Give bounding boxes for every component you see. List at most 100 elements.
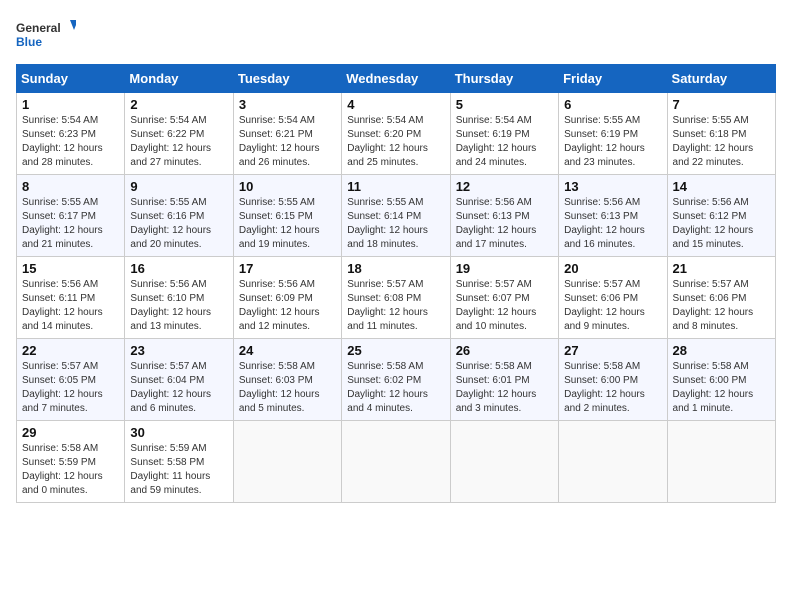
- day-number: 19: [456, 261, 553, 276]
- day-content: Sunrise: 5:57 AMSunset: 6:07 PMDaylight:…: [456, 278, 553, 334]
- calendar-cell: [667, 421, 775, 503]
- calendar-cell: 10 Sunrise: 5:55 AMSunset: 6:15 PMDayligh…: [233, 175, 341, 257]
- day-content: Sunrise: 5:58 AMSunset: 6:02 PMDaylight:…: [347, 360, 444, 416]
- day-content: Sunrise: 5:56 AMSunset: 6:09 PMDaylight:…: [239, 278, 336, 334]
- day-number: 16: [130, 261, 227, 276]
- day-content: Sunrise: 5:58 AMSunset: 6:00 PMDaylight:…: [673, 360, 770, 416]
- day-number: 21: [673, 261, 770, 276]
- calendar-cell: 16 Sunrise: 5:56 AMSunset: 6:10 PMDayligh…: [125, 257, 233, 339]
- calendar-table: SundayMondayTuesdayWednesdayThursdayFrid…: [16, 64, 776, 503]
- calendar-cell: 19 Sunrise: 5:57 AMSunset: 6:07 PMDayligh…: [450, 257, 558, 339]
- calendar-cell: 11 Sunrise: 5:55 AMSunset: 6:14 PMDayligh…: [342, 175, 450, 257]
- day-content: Sunrise: 5:54 AMSunset: 6:19 PMDaylight:…: [456, 114, 553, 170]
- calendar-cell: 21 Sunrise: 5:57 AMSunset: 6:06 PMDayligh…: [667, 257, 775, 339]
- day-number: 26: [456, 343, 553, 358]
- day-number: 22: [22, 343, 119, 358]
- day-content: Sunrise: 5:57 AMSunset: 6:04 PMDaylight:…: [130, 360, 227, 416]
- day-content: Sunrise: 5:54 AMSunset: 6:22 PMDaylight:…: [130, 114, 227, 170]
- day-content: Sunrise: 5:57 AMSunset: 6:06 PMDaylight:…: [564, 278, 661, 334]
- calendar-cell: 20 Sunrise: 5:57 AMSunset: 6:06 PMDayligh…: [559, 257, 667, 339]
- day-content: Sunrise: 5:59 AMSunset: 5:58 PMDaylight:…: [130, 442, 227, 498]
- calendar-cell: 1 Sunrise: 5:54 AMSunset: 6:23 PMDaylight…: [17, 93, 125, 175]
- day-content: Sunrise: 5:56 AMSunset: 6:13 PMDaylight:…: [564, 196, 661, 252]
- calendar-cell: 30 Sunrise: 5:59 AMSunset: 5:58 PMDayligh…: [125, 421, 233, 503]
- day-number: 15: [22, 261, 119, 276]
- calendar-cell: 18Sunrise: 5:57 AMSunset: 6:08 PMDayligh…: [342, 257, 450, 339]
- day-number: 27: [564, 343, 661, 358]
- day-content: Sunrise: 5:54 AMSunset: 6:20 PMDaylight:…: [347, 114, 444, 170]
- day-number: 7: [673, 97, 770, 112]
- calendar-cell: 13 Sunrise: 5:56 AMSunset: 6:13 PMDayligh…: [559, 175, 667, 257]
- calendar-cell: 27 Sunrise: 5:58 AMSunset: 6:00 PMDayligh…: [559, 339, 667, 421]
- day-number: 18: [347, 261, 444, 276]
- calendar-cell: 14 Sunrise: 5:56 AMSunset: 6:12 PMDayligh…: [667, 175, 775, 257]
- calendar-cell: 2 Sunrise: 5:54 AMSunset: 6:22 PMDaylight…: [125, 93, 233, 175]
- day-content: Sunrise: 5:56 AMSunset: 6:13 PMDaylight:…: [456, 196, 553, 252]
- day-content: Sunrise: 5:57 AMSunset: 6:06 PMDaylight:…: [673, 278, 770, 334]
- day-content: Sunrise: 5:55 AMSunset: 6:14 PMDaylight:…: [347, 196, 444, 252]
- day-content: Sunrise: 5:55 AMSunset: 6:18 PMDaylight:…: [673, 114, 770, 170]
- day-number: 10: [239, 179, 336, 194]
- day-content: Sunrise: 5:55 AMSunset: 6:16 PMDaylight:…: [130, 196, 227, 252]
- calendar-cell: 4 Sunrise: 5:54 AMSunset: 6:20 PMDaylight…: [342, 93, 450, 175]
- logo: General Blue: [16, 16, 76, 56]
- day-number: 2: [130, 97, 227, 112]
- weekday-header-friday: Friday: [559, 65, 667, 93]
- calendar-cell: 8Sunrise: 5:55 AMSunset: 6:17 PMDaylight…: [17, 175, 125, 257]
- weekday-header-saturday: Saturday: [667, 65, 775, 93]
- day-number: 28: [673, 343, 770, 358]
- calendar-cell: 17Sunrise: 5:56 AMSunset: 6:09 PMDayligh…: [233, 257, 341, 339]
- day-content: Sunrise: 5:57 AMSunset: 6:05 PMDaylight:…: [22, 360, 119, 416]
- day-content: Sunrise: 5:58 AMSunset: 6:03 PMDaylight:…: [239, 360, 336, 416]
- svg-text:Blue: Blue: [16, 35, 42, 49]
- day-content: Sunrise: 5:54 AMSunset: 6:23 PMDaylight:…: [22, 114, 119, 170]
- weekday-header-monday: Monday: [125, 65, 233, 93]
- day-number: 6: [564, 97, 661, 112]
- day-number: 4: [347, 97, 444, 112]
- day-content: Sunrise: 5:56 AMSunset: 6:11 PMDaylight:…: [22, 278, 119, 334]
- day-number: 9: [130, 179, 227, 194]
- day-number: 25: [347, 343, 444, 358]
- day-number: 14: [673, 179, 770, 194]
- weekday-header-sunday: Sunday: [17, 65, 125, 93]
- day-content: Sunrise: 5:58 AMSunset: 6:01 PMDaylight:…: [456, 360, 553, 416]
- calendar-cell: 26 Sunrise: 5:58 AMSunset: 6:01 PMDayligh…: [450, 339, 558, 421]
- day-number: 29: [22, 425, 119, 440]
- day-number: 30: [130, 425, 227, 440]
- calendar-cell: 9 Sunrise: 5:55 AMSunset: 6:16 PMDaylight…: [125, 175, 233, 257]
- weekday-header-thursday: Thursday: [450, 65, 558, 93]
- calendar-cell: 28 Sunrise: 5:58 AMSunset: 6:00 PMDayligh…: [667, 339, 775, 421]
- calendar-cell: 7 Sunrise: 5:55 AMSunset: 6:18 PMDaylight…: [667, 93, 775, 175]
- weekday-header-tuesday: Tuesday: [233, 65, 341, 93]
- day-number: 3: [239, 97, 336, 112]
- day-content: Sunrise: 5:58 AMSunset: 6:00 PMDaylight:…: [564, 360, 661, 416]
- day-content: Sunrise: 5:58 AMSunset: 5:59 PMDaylight:…: [22, 442, 119, 498]
- calendar-cell: 29 Sunrise: 5:58 AMSunset: 5:59 PMDayligh…: [17, 421, 125, 503]
- calendar-cell: 15 Sunrise: 5:56 AMSunset: 6:11 PMDayligh…: [17, 257, 125, 339]
- calendar-cell: [233, 421, 341, 503]
- day-number: 11: [347, 179, 444, 194]
- day-content: Sunrise: 5:55 AMSunset: 6:17 PMDaylight:…: [22, 196, 119, 252]
- calendar-cell: 3 Sunrise: 5:54 AMSunset: 6:21 PMDaylight…: [233, 93, 341, 175]
- calendar-cell: 6Sunrise: 5:55 AMSunset: 6:19 PMDaylight…: [559, 93, 667, 175]
- calendar-cell: [559, 421, 667, 503]
- calendar-cell: 12 Sunrise: 5:56 AMSunset: 6:13 PMDayligh…: [450, 175, 558, 257]
- day-number: 20: [564, 261, 661, 276]
- svg-text:General: General: [16, 21, 61, 35]
- calendar-cell: [342, 421, 450, 503]
- calendar-cell: [450, 421, 558, 503]
- day-content: Sunrise: 5:56 AMSunset: 6:12 PMDaylight:…: [673, 196, 770, 252]
- day-number: 23: [130, 343, 227, 358]
- calendar-cell: 25 Sunrise: 5:58 AMSunset: 6:02 PMDayligh…: [342, 339, 450, 421]
- weekday-header-wednesday: Wednesday: [342, 65, 450, 93]
- day-number: 5: [456, 97, 553, 112]
- day-number: 13: [564, 179, 661, 194]
- calendar-cell: 22 Sunrise: 5:57 AMSunset: 6:05 PMDayligh…: [17, 339, 125, 421]
- day-number: 1: [22, 97, 119, 112]
- day-number: 12: [456, 179, 553, 194]
- day-number: 24: [239, 343, 336, 358]
- day-content: Sunrise: 5:55 AMSunset: 6:15 PMDaylight:…: [239, 196, 336, 252]
- day-content: Sunrise: 5:56 AMSunset: 6:10 PMDaylight:…: [130, 278, 227, 334]
- day-content: Sunrise: 5:54 AMSunset: 6:21 PMDaylight:…: [239, 114, 336, 170]
- calendar-cell: 23 Sunrise: 5:57 AMSunset: 6:04 PMDayligh…: [125, 339, 233, 421]
